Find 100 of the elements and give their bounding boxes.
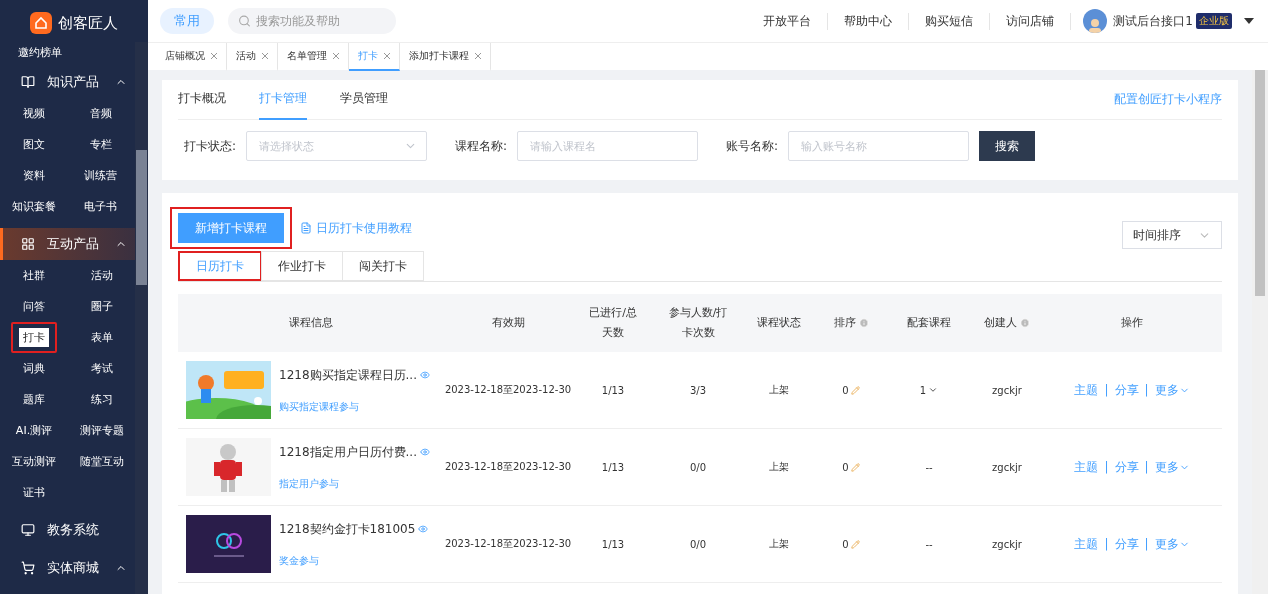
search-button[interactable]: 搜索 xyxy=(979,131,1036,161)
column-header: 参与人数/打卡次数 xyxy=(667,305,729,341)
pencil-icon[interactable] xyxy=(850,539,860,549)
eye-icon[interactable] xyxy=(420,370,430,380)
sort-select[interactable]: 时间排序 xyxy=(1122,221,1222,249)
filter-label: 打卡状态: xyxy=(184,137,237,155)
table-cell-text: 上架 xyxy=(768,383,790,397)
close-icon[interactable] xyxy=(211,52,217,59)
top-link[interactable]: 购买短信 xyxy=(909,12,991,30)
scrollbar[interactable] xyxy=(135,42,148,594)
sidebar-item[interactable]: 电子书 xyxy=(72,191,129,222)
column-header: 创建人 xyxy=(984,315,1017,331)
eye-icon[interactable] xyxy=(420,447,430,457)
caret-icon[interactable] xyxy=(1244,18,1254,24)
monitor-icon xyxy=(21,523,35,537)
table-cell-text: zgckjr xyxy=(991,538,1023,550)
sidebar-item[interactable]: 图文 xyxy=(11,129,57,160)
page-tab[interactable]: 活动 xyxy=(227,42,278,71)
sidebar-item[interactable]: 资料 xyxy=(11,160,57,191)
sidebar-item[interactable]: 训练营 xyxy=(72,160,129,191)
top-link[interactable]: 访问店铺 xyxy=(990,12,1072,30)
avatar[interactable] xyxy=(1083,9,1108,33)
close-icon[interactable] xyxy=(333,52,339,59)
user-name[interactable]: 测试后台接口1 xyxy=(1113,12,1193,30)
type-tab[interactable]: 闯关打卡 xyxy=(342,251,424,281)
column-header: 操作 xyxy=(1121,315,1143,331)
sidebar-item[interactable]: 音频 xyxy=(77,98,124,129)
sidebar-item[interactable]: 邀约榜单 xyxy=(18,46,62,60)
join-method: 奖金参与 xyxy=(279,553,320,568)
column-header: 课程状态 xyxy=(757,315,801,331)
separator: | xyxy=(1144,460,1149,474)
close-icon[interactable] xyxy=(475,52,481,59)
sidebar-item[interactable]: 专栏 xyxy=(77,129,124,160)
sidebar-item[interactable]: 测评专题 xyxy=(68,415,136,446)
course-title[interactable]: 1218购买指定课程日历... xyxy=(279,366,417,384)
sidebar-item[interactable]: 随堂互动 xyxy=(68,446,136,477)
sidebar-item[interactable]: 问答 xyxy=(11,291,57,322)
table-cell-text: 3/3 xyxy=(688,384,708,396)
sidebar-item[interactable]: 活动 xyxy=(79,260,125,291)
column-header: 课程信息 xyxy=(289,315,333,331)
separator: | xyxy=(1104,460,1109,474)
sidebar-item[interactable]: 圈子 xyxy=(79,291,125,322)
table-cell-text: zgckjr xyxy=(991,384,1023,396)
table-cell: 0 xyxy=(842,384,849,396)
sidebar-item[interactable]: 题库 xyxy=(11,384,57,415)
sidebar-item[interactable]: AI.测评 xyxy=(3,415,65,446)
cart-icon xyxy=(21,561,35,575)
column-header: 配套课程 xyxy=(907,315,951,331)
filter-label: 课程名称: xyxy=(455,137,508,155)
sidebar-group[interactable]: 互动产品 xyxy=(0,228,135,260)
top-link[interactable]: 开放平台 xyxy=(747,12,829,30)
chevron-down-icon[interactable] xyxy=(928,385,939,395)
table-cell: 0 xyxy=(842,538,849,550)
course-title[interactable]: 1218契约金打卡181005 xyxy=(279,520,416,538)
type-tab[interactable]: 作业打卡 xyxy=(261,251,343,281)
edition-badge: 企业版 xyxy=(1196,13,1232,29)
sidebar-group[interactable]: 教务系统 xyxy=(0,514,135,546)
column-header: 已进行/总天数 xyxy=(588,305,638,341)
course-title[interactable]: 1218指定用户日历付费... xyxy=(279,443,417,461)
column-header: 排序 xyxy=(833,315,856,331)
sidebar-item[interactable]: 互动测评 xyxy=(0,446,68,477)
join-method: 指定用户参与 xyxy=(279,476,340,491)
sidebar-item[interactable]: 打卡 xyxy=(11,322,57,353)
logo-text: 创客匠人 xyxy=(58,13,118,33)
sidebar-item[interactable]: 证书 xyxy=(11,477,57,508)
table-cell: 0 xyxy=(842,461,849,473)
sidebar-item[interactable]: 视频 xyxy=(11,98,57,129)
pencil-icon[interactable] xyxy=(850,385,860,395)
page-tab[interactable]: 店铺概况 xyxy=(156,42,227,71)
close-icon[interactable] xyxy=(262,52,268,59)
sub-tab[interactable]: 学员管理 xyxy=(340,79,388,120)
table-cell-text: 上架 xyxy=(768,460,790,474)
filter-label: 账号名称: xyxy=(726,137,779,155)
separator: | xyxy=(1104,537,1109,551)
search-icon xyxy=(238,14,251,28)
close-icon[interactable] xyxy=(384,52,390,59)
table-cell: 2023-12-18至2023-12-30 xyxy=(444,383,572,397)
sidebar-item[interactable]: 考试 xyxy=(79,353,125,384)
sidebar-item[interactable]: 词典 xyxy=(11,353,57,384)
table-cell-text: zgckjr xyxy=(991,461,1023,473)
separator: | xyxy=(1104,383,1109,397)
table-cell: -- xyxy=(925,461,933,473)
sidebar-item[interactable]: 知识套餐 xyxy=(0,191,68,222)
table-cell-text: 1/13 xyxy=(600,538,626,550)
table-cell-text: 0/0 xyxy=(688,538,708,550)
sidebar-group[interactable]: 知识产品 xyxy=(0,66,135,98)
sidebar-item[interactable]: 表单 xyxy=(79,322,125,353)
pencil-icon[interactable] xyxy=(850,462,860,472)
top-link[interactable]: 帮助中心 xyxy=(828,12,910,30)
search-field[interactable]: 搜索功能及帮助 xyxy=(228,8,396,34)
sidebar-group[interactable]: 实体商城 xyxy=(0,552,135,584)
table-cell-text: 1/13 xyxy=(600,461,626,473)
scrollbar[interactable] xyxy=(1252,70,1268,594)
sidebar-item[interactable]: 练习 xyxy=(79,384,125,415)
page-tab[interactable]: 添加打卡课程 xyxy=(400,42,491,71)
eye-icon[interactable] xyxy=(418,524,429,534)
sub-tab[interactable]: 打卡概况 xyxy=(178,79,226,120)
sidebar-item[interactable]: 社群 xyxy=(11,260,57,291)
table-cell: 2023-12-18至2023-12-30 xyxy=(444,460,572,474)
page-tab[interactable]: 名单管理 xyxy=(278,42,349,71)
